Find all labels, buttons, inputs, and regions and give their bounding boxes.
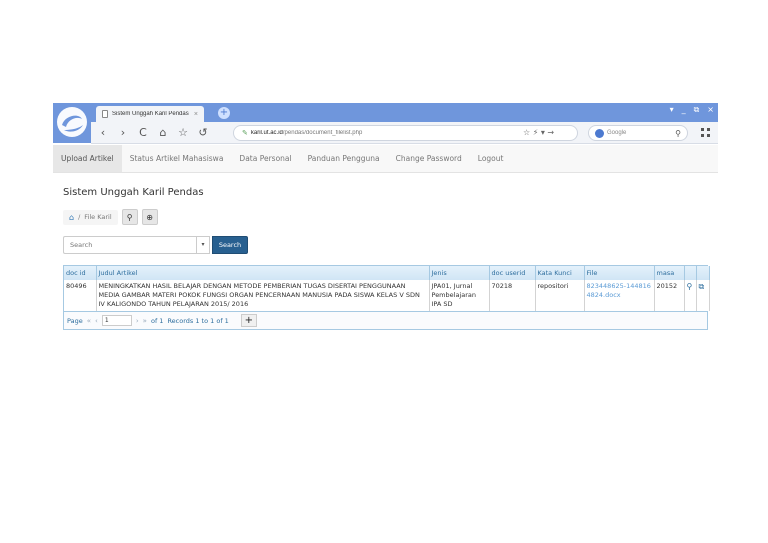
nav-data-personal[interactable]: Data Personal: [231, 145, 299, 172]
forward-icon[interactable]: ›: [115, 126, 131, 139]
cell-masa: 20152: [654, 280, 685, 311]
address-tools[interactable]: ☆ ⚡ ▾ →: [523, 125, 554, 141]
nav-change-password[interactable]: Change Password: [388, 145, 470, 172]
advanced-search-button[interactable]: ⊕: [141, 209, 158, 225]
search-row: ▾ Search: [63, 236, 248, 254]
nav-status-artikel[interactable]: Status Artikel Mahasiswa: [122, 145, 232, 172]
search-engine-name: Google: [607, 130, 627, 136]
file-link[interactable]: 823448625-1448164824.docx: [587, 282, 651, 299]
caret-down-icon: ▾: [201, 241, 205, 248]
table-row[interactable]: 80496 MENINGKATKAN HASIL BELAJAR DENGAN …: [64, 280, 710, 311]
restore-icon[interactable]: ⧉: [694, 105, 700, 115]
search-icon: ⚲: [126, 212, 133, 222]
tab-title: Sistem Unggah Karil Pendas: [112, 111, 189, 117]
breadcrumb-current: File Karil: [84, 213, 112, 221]
header-masa[interactable]: masa: [654, 266, 685, 280]
undo-icon[interactable]: ↺: [195, 126, 211, 139]
table-header-row: doc id Judul Artikel Jenis doc userid Ka…: [64, 266, 710, 280]
search-panel-button[interactable]: ⚲: [121, 209, 138, 225]
new-tab-button[interactable]: +: [218, 107, 230, 119]
view-icon[interactable]: ⚲: [687, 282, 693, 291]
cell-view: ⚲: [684, 280, 697, 311]
pager-of-label: of 1: [150, 316, 164, 325]
nav-logout[interactable]: Logout: [470, 145, 512, 172]
zoom-search-icon: ⊕: [146, 212, 153, 222]
bookmark-star-icon[interactable]: ☆: [175, 126, 191, 139]
cell-userid: 70218: [489, 280, 536, 311]
window-controls: ▾ _ ⧉ ×: [670, 105, 714, 115]
cell-judul: MENINGKATKAN HASIL BELAJAR DENGAN METODE…: [96, 280, 430, 311]
search-dropdown-toggle[interactable]: ▾: [196, 236, 210, 254]
header-action-2: [696, 266, 710, 280]
home-icon[interactable]: ⌂: [69, 213, 74, 222]
first-page-icon[interactable]: «: [87, 317, 91, 325]
home-icon[interactable]: ⌂: [155, 126, 171, 139]
prev-page-icon[interactable]: ‹: [95, 317, 98, 325]
security-icon: ✎: [242, 130, 248, 137]
browser-search-box[interactable]: Google ⚲: [588, 125, 688, 141]
apps-grid-icon[interactable]: [701, 128, 710, 137]
url-text: karil.ut.ac.id/pendas/document_filelist.…: [250, 130, 363, 136]
search-engine-icon: [595, 128, 604, 138]
menu-icon[interactable]: ▾: [670, 105, 674, 115]
close-tab-icon[interactable]: ×: [194, 111, 198, 118]
nav-upload-artikel[interactable]: Upload Artikel: [53, 145, 122, 172]
main-nav: Upload Artikel Status Artikel Mahasiswa …: [53, 145, 718, 173]
breadcrumb-box: ⌂ / File Karil: [63, 209, 118, 225]
browser-toolbar: ‹ › C ⌂ ☆ ↺ ✎ karil.ut.ac.id/pendas/docu…: [91, 122, 718, 144]
browser-logo-icon: [53, 103, 91, 141]
pager-page-label: Page: [67, 316, 83, 325]
search-icon[interactable]: ⚲: [675, 129, 681, 138]
cell-kata-kunci: repositori: [535, 280, 585, 311]
reload-icon[interactable]: C: [135, 126, 151, 139]
header-doc-id[interactable]: doc id: [64, 266, 97, 280]
header-kata-kunci[interactable]: Kata Kunci: [535, 266, 585, 280]
cell-copy: ⧉: [696, 280, 710, 311]
search-input[interactable]: [63, 236, 196, 254]
cell-file: 823448625-1448164824.docx: [584, 280, 655, 311]
add-record-button[interactable]: +: [240, 314, 257, 327]
browser-tab[interactable]: Sistem Unggah Karil Pendas ×: [96, 106, 204, 122]
document-table: doc id Judul Artikel Jenis doc userid Ka…: [64, 266, 710, 311]
cell-jenis: JPA01, Jurnal Pembelajaran IPA SD: [429, 280, 490, 311]
cell-doc-id: 80496: [64, 280, 97, 311]
back-icon[interactable]: ‹: [95, 126, 111, 139]
copy-icon[interactable]: ⧉: [699, 282, 705, 291]
next-page-icon[interactable]: ›: [136, 317, 139, 325]
pager: Page « ‹ 1 › » of 1 Records 1 to 1 of 1 …: [64, 311, 707, 329]
search-button[interactable]: Search: [212, 236, 248, 254]
document-icon: [102, 110, 108, 118]
close-window-icon[interactable]: ×: [707, 105, 714, 115]
document-grid: doc id Judul Artikel Jenis doc userid Ka…: [63, 265, 710, 330]
breadcrumb-divider: /: [78, 213, 81, 221]
header-judul-artikel[interactable]: Judul Artikel: [96, 266, 430, 280]
page-title: Sistem Unggah Karil Pendas: [63, 187, 204, 198]
header-action-1: [684, 266, 697, 280]
last-page-icon[interactable]: »: [143, 317, 147, 325]
nav-panduan-pengguna[interactable]: Panduan Pengguna: [300, 145, 388, 172]
header-file[interactable]: File: [584, 266, 655, 280]
pager-records: Records 1 to 1 of 1: [167, 316, 229, 325]
minimize-icon[interactable]: _: [682, 105, 686, 115]
header-jenis[interactable]: Jenis: [429, 266, 490, 280]
page-number-input[interactable]: 1: [101, 315, 132, 326]
header-doc-userid[interactable]: doc userid: [489, 266, 536, 280]
breadcrumb: ⌂ / File Karil ⚲ ⊕: [63, 208, 158, 226]
